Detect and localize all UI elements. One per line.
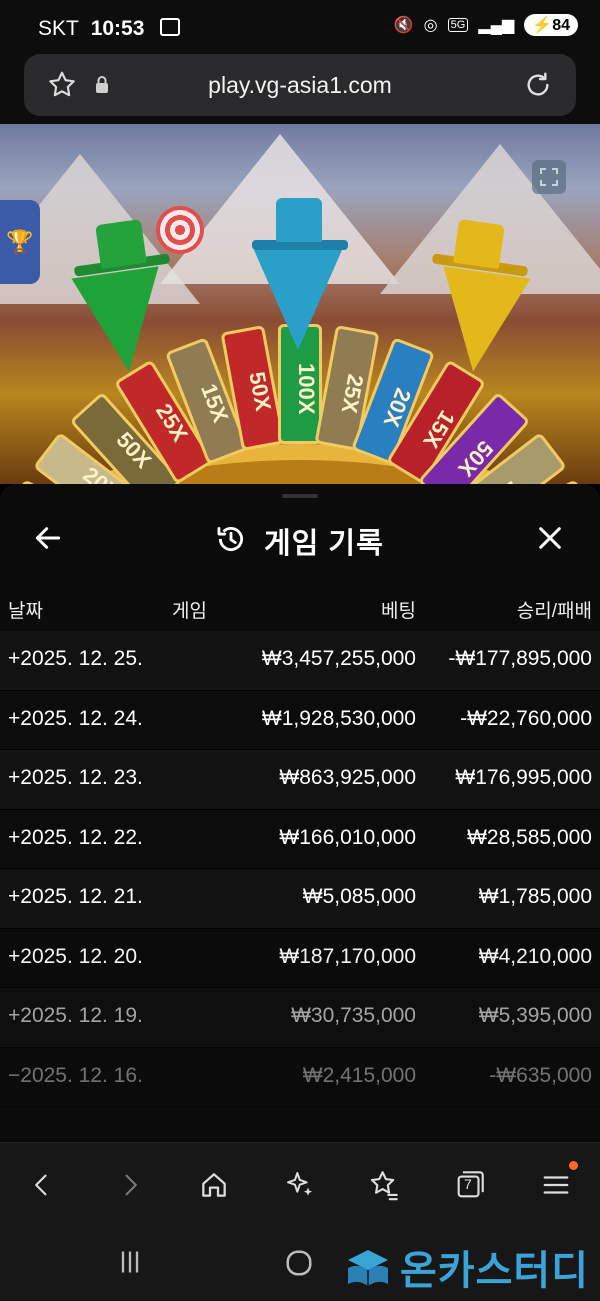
row-win-loss: -₩635,000 [489, 1063, 592, 1087]
table-row[interactable]: +2025. 12. 25. ₩3,457,255,000 -₩177,895,… [0, 631, 600, 691]
back-arrow-icon[interactable] [32, 522, 64, 554]
drag-handle[interactable] [282, 494, 318, 498]
game-viewport[interactable]: 🏆 1X20X50X25X15X50X100X25X20X15X50X2X1X [0, 124, 600, 484]
history-table: +2025. 12. 25. ₩3,457,255,000 -₩177,895,… [0, 631, 600, 1107]
chevron-left-icon [35, 1174, 47, 1196]
tabs-count: 7 [464, 1176, 472, 1192]
yellow-pointer [429, 266, 531, 378]
close-icon[interactable] [534, 522, 566, 554]
ai-assist-button[interactable] [282, 1167, 318, 1203]
url-text: play.vg-asia1.com [208, 72, 392, 98]
table-header: 날짜 게임 베팅 승리/패배 [0, 596, 600, 626]
row-win-loss: ₩4,210,000 [478, 944, 592, 968]
row-date: +2025. 12. 21. [8, 885, 143, 908]
pointer-hat [276, 198, 322, 242]
row-date: +2025. 12. 22. [8, 825, 143, 849]
history-icon [217, 526, 243, 552]
browser-toolbar: play.vg-asia1.com [0, 44, 600, 124]
tabs-button[interactable]: 7 [452, 1167, 488, 1203]
battery-indicator: ⚡84 [524, 14, 578, 36]
table-row[interactable]: +2025. 12. 22. ₩166,010,000 ₩28,585,000 [0, 809, 600, 869]
clock: 10:53 [90, 17, 145, 40]
home-system-icon[interactable] [284, 1248, 314, 1278]
table-row[interactable]: +2025. 12. 19. ₩30,735,000 ₩5,395,000 [0, 988, 600, 1048]
row-date: −2025. 12. 16. [8, 1063, 143, 1087]
row-date: +2025. 12. 25. [8, 647, 143, 670]
row-bet: ₩3,457,255,000 [261, 647, 416, 670]
chevron-right-icon [125, 1174, 137, 1196]
column-game: 게임 [172, 601, 207, 622]
watermark-text: 온카스터디 [400, 1249, 589, 1293]
row-bet: ₩5,085,000 [302, 885, 416, 908]
column-date: 날짜 [8, 601, 43, 622]
bookmark-list-icon [370, 1171, 398, 1201]
pointer-hat [453, 219, 505, 269]
table-row[interactable]: +2025. 12. 24. ₩1,928,530,000 -₩22,760,0… [0, 690, 600, 750]
row-win-loss: -₩177,895,000 [448, 647, 592, 670]
screen-record-icon [160, 18, 181, 36]
table-row[interactable]: +2025. 12. 20. ₩187,170,000 ₩4,210,000 [0, 928, 600, 988]
row-bet: ₩2,415,000 [302, 1063, 416, 1087]
row-win-loss: ₩176,995,000 [455, 766, 592, 789]
signal-icon: ▂▄▆ [478, 17, 515, 34]
green-pointer [71, 266, 173, 378]
reload-icon[interactable] [522, 69, 554, 101]
row-date: +2025. 12. 20. [8, 944, 143, 968]
trophy-button[interactable]: 🏆 [0, 200, 40, 284]
browser-navigation-bar: 7 [0, 1142, 600, 1223]
network-label: 5G [447, 18, 469, 32]
bookmarks-button[interactable] [366, 1167, 402, 1203]
pointer-hat [95, 219, 147, 269]
row-date: +2025. 12. 24. [8, 706, 143, 730]
row-win-loss: -₩22,760,000 [460, 706, 592, 730]
column-bet: 베팅 [381, 601, 416, 622]
book-logo-icon [348, 1250, 388, 1286]
system-navigation-bar: 온카스터디 [0, 1222, 600, 1301]
row-bet: ₩187,170,000 [279, 944, 416, 968]
blue-pointer [254, 250, 342, 350]
row-win-loss: ₩28,585,000 [467, 825, 592, 849]
expand-icon [540, 168, 558, 186]
menu-button[interactable] [538, 1161, 578, 1203]
carrier-label: SKT [38, 17, 79, 40]
table-row[interactable]: +2025. 12. 23. ₩863,925,000 ₩176,995,000 [0, 750, 600, 810]
row-bet: ₩863,925,000 [279, 766, 416, 789]
trophy-icon: 🏆 [6, 229, 34, 254]
hotspot-icon: ◎ [423, 17, 438, 34]
battery-level: 84 [552, 17, 570, 34]
row-date: +2025. 12. 19. [8, 1004, 143, 1027]
row-win-loss: ₩1,785,000 [478, 885, 592, 908]
row-bet: ₩30,735,000 [291, 1004, 416, 1027]
mute-icon: 🔇 [393, 17, 414, 34]
table-row[interactable]: +2025. 12. 21. ₩5,085,000 ₩1,785,000 [0, 869, 600, 929]
back-button[interactable] [24, 1167, 60, 1203]
game-history-panel: 게임 기록 날짜 게임 베팅 승리/패배 +2025. 12. 25. ₩3,4… [0, 484, 600, 1142]
row-date: +2025. 12. 23. [8, 766, 143, 789]
row-bet: ₩166,010,000 [279, 825, 416, 849]
sparkle-icon [287, 1172, 312, 1196]
notification-dot [569, 1161, 578, 1170]
column-win-loss: 승리/패배 [516, 601, 592, 622]
lollipop-decoration [156, 206, 204, 254]
panel-title: 게임 기록 [264, 528, 384, 560]
row-bet: ₩1,928,530,000 [261, 706, 416, 730]
home-icon [202, 1173, 226, 1197]
watermark: 온카스터디 [344, 1238, 589, 1296]
forward-button[interactable] [112, 1167, 148, 1203]
hamburger-menu-icon [543, 1176, 569, 1194]
fullscreen-button[interactable] [532, 160, 566, 194]
row-win-loss: ₩5,395,000 [478, 1004, 592, 1027]
home-button[interactable] [196, 1167, 232, 1203]
panel-header: 게임 기록 [0, 512, 600, 562]
table-row[interactable]: −2025. 12. 16. ₩2,415,000 -₩635,000 [0, 1047, 600, 1107]
address-bar[interactable]: play.vg-asia1.com [24, 54, 576, 116]
recent-apps-icon[interactable] [116, 1248, 144, 1276]
